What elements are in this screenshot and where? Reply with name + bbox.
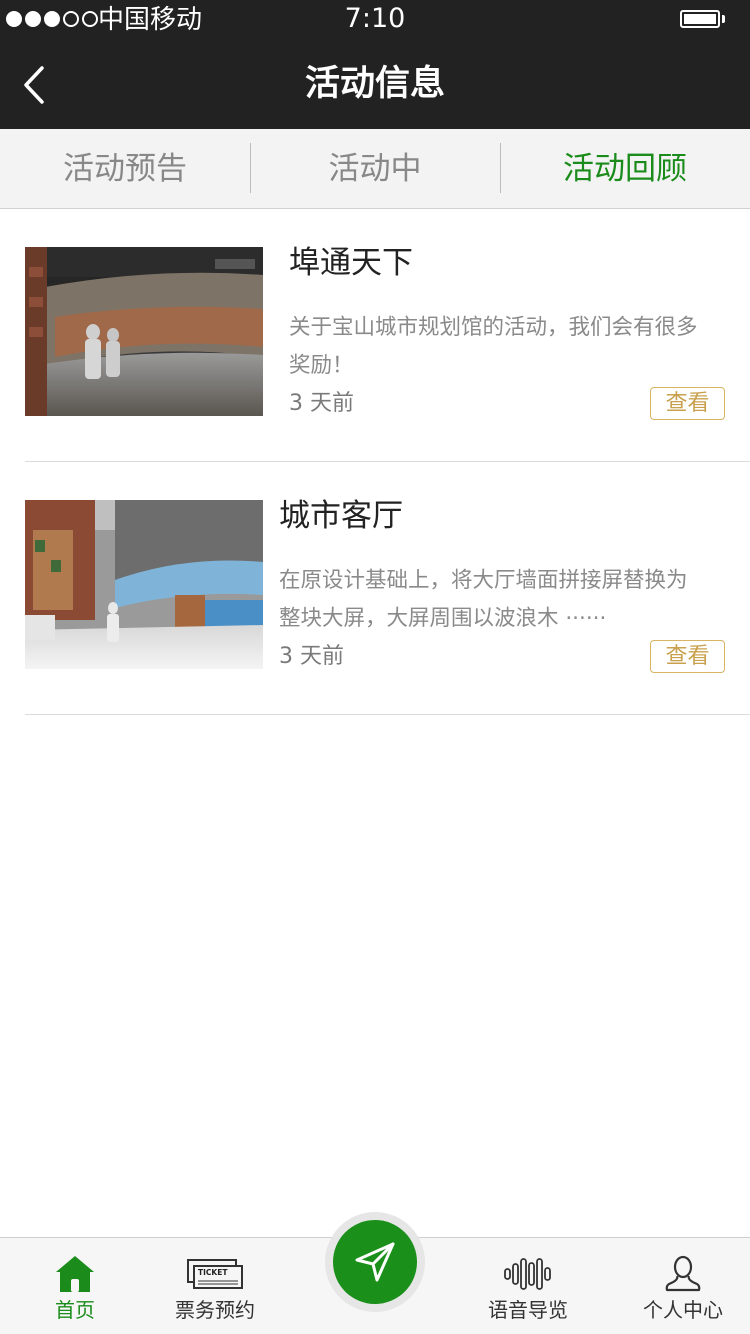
- city-lobby-image[interactable]: [25, 500, 263, 669]
- tabbar-label-profile: 个人中心: [643, 1298, 723, 1322]
- status-bar: 中国移动 7:10: [0, 0, 750, 40]
- tab-upcoming[interactable]: 活动预告: [0, 129, 250, 208]
- tabbar-label-home: 首页: [55, 1298, 95, 1322]
- activity-title: 埠通天下: [289, 245, 413, 281]
- svg-text:TICKET: TICKET: [198, 1268, 228, 1277]
- view-button[interactable]: 查看: [650, 387, 725, 420]
- tabbar-item-ticket[interactable]: TICKET 票务预约: [140, 1238, 290, 1334]
- activity-time: 3 天前: [279, 644, 344, 669]
- user-icon: [659, 1254, 707, 1294]
- navigation-button[interactable]: [325, 1212, 425, 1312]
- list-item[interactable]: 埠通天下 关于宝山城市规划馆的活动，我们会有很多奖励！ 3 天前 查看: [25, 209, 750, 462]
- activity-list: 埠通天下 关于宝山城市规划馆的活动，我们会有很多奖励！ 3 天前 查看 城市客厅…: [25, 209, 750, 715]
- tabbar-item-audio-guide[interactable]: 语音导览: [453, 1238, 603, 1334]
- activity-title: 城市客厅: [279, 498, 403, 534]
- tabbar-label-ticket: 票务预约: [175, 1298, 255, 1322]
- exhibition-hall-image[interactable]: [25, 247, 263, 416]
- page-title: 活动信息: [304, 64, 445, 104]
- activity-time: 3 天前: [289, 391, 354, 416]
- sound-wave-icon: [502, 1254, 554, 1294]
- list-item[interactable]: 城市客厅 在原设计基础上，将大厅墙面拼接屏替换为整块大屏，大屏周围以波浪木 ··…: [25, 462, 750, 715]
- navigation-arrow-icon: [355, 1242, 395, 1282]
- tabbar-label-audio-guide: 语音导览: [488, 1298, 568, 1322]
- back-button[interactable]: [14, 60, 54, 110]
- tabbar-item-home[interactable]: 首页: [0, 1238, 150, 1334]
- tab-review[interactable]: 活动回顾: [500, 129, 750, 208]
- navigation-bar: 活动信息: [0, 40, 750, 129]
- home-icon: [51, 1254, 99, 1294]
- activity-description: 在原设计基础上，将大厅墙面拼接屏替换为整块大屏，大屏周围以波浪木 ······: [279, 568, 688, 631]
- ticket-icon: TICKET: [185, 1254, 245, 1294]
- chevron-left-icon: [24, 66, 44, 104]
- tabbar-item-profile[interactable]: 个人中心: [608, 1238, 750, 1334]
- view-button[interactable]: 查看: [650, 640, 725, 673]
- activity-description: 关于宝山城市规划馆的活动，我们会有很多奖励！: [289, 315, 698, 378]
- battery-icon: [680, 10, 720, 28]
- status-time: 7:10: [344, 3, 406, 34]
- tab-ongoing[interactable]: 活动中: [250, 129, 500, 208]
- activity-tabs: 活动预告 活动中 活动回顾: [0, 129, 750, 209]
